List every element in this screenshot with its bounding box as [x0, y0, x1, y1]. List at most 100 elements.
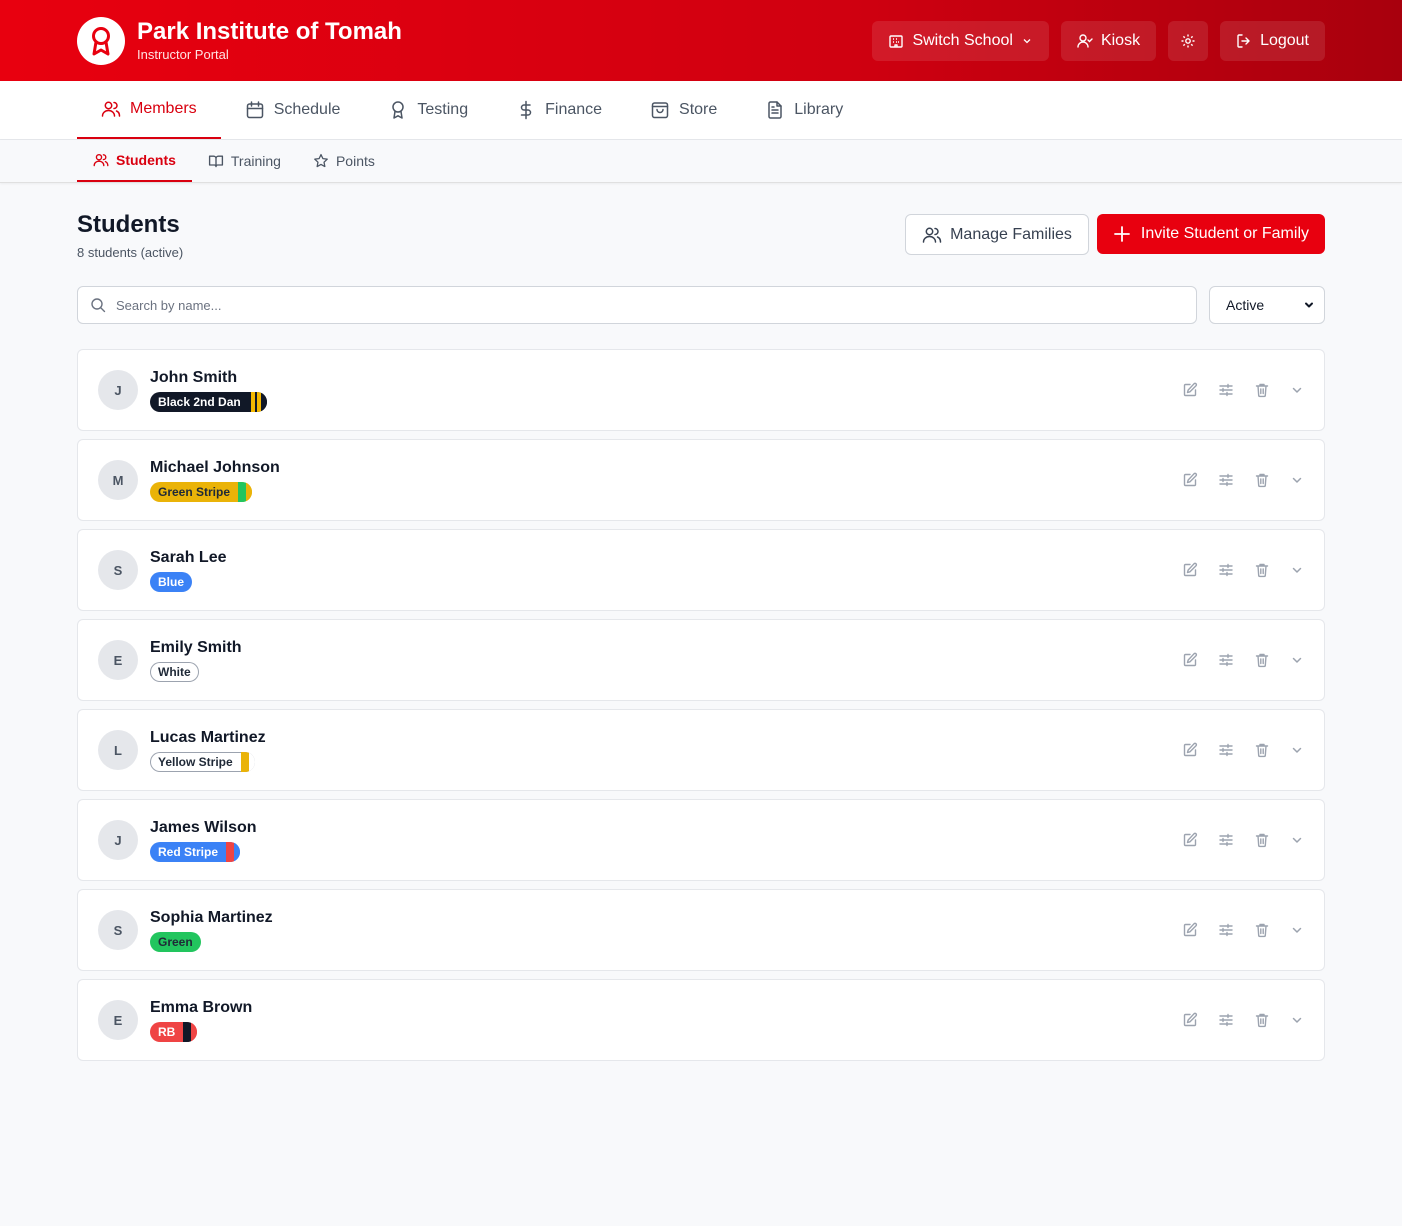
status-filter-select[interactable]: Active — [1209, 286, 1325, 324]
student-name: Emily Smith — [150, 639, 242, 656]
edit-button[interactable] — [1182, 1012, 1198, 1028]
belt-label: Yellow Stripe — [158, 755, 233, 769]
trash-icon — [1255, 653, 1269, 668]
student-row[interactable]: E Emma Brown RB — [77, 979, 1325, 1061]
student-name: Lucas Martinez — [150, 729, 266, 746]
status-filter-value: Active — [1226, 297, 1265, 313]
adjust-button[interactable] — [1218, 742, 1234, 758]
belt-label: RB — [158, 1025, 176, 1039]
belt-badge: Green Stripe — [150, 482, 253, 502]
trash-icon — [1255, 473, 1269, 488]
edit-button[interactable] — [1182, 922, 1198, 938]
main-content: Students 8 students (active) Manage Fami… — [0, 183, 1402, 1061]
expand-button[interactable] — [1290, 383, 1304, 397]
chevron-down-icon — [1292, 657, 1302, 663]
subnav-students[interactable]: Students — [77, 140, 192, 182]
student-row[interactable]: M Michael Johnson Green Stripe — [77, 439, 1325, 521]
edit-button[interactable] — [1182, 832, 1198, 848]
expand-button[interactable] — [1290, 833, 1304, 847]
delete-button[interactable] — [1254, 472, 1270, 488]
switch-school-button[interactable]: Switch School — [872, 20, 1049, 61]
expand-button[interactable] — [1290, 653, 1304, 667]
nav-store[interactable]: Store — [626, 81, 741, 139]
nav-schedule[interactable]: Schedule — [221, 81, 365, 139]
belt-label: Green Stripe — [158, 485, 231, 499]
adjust-button[interactable] — [1218, 562, 1234, 578]
subnav-points[interactable]: Points — [297, 140, 391, 182]
avatar: S — [98, 550, 138, 590]
edit-icon — [1183, 382, 1198, 397]
adjust-button[interactable] — [1218, 652, 1234, 668]
edit-button[interactable] — [1182, 472, 1198, 488]
logout-button[interactable]: Logout — [1220, 20, 1325, 61]
gear-icon — [1181, 34, 1195, 47]
star-icon — [314, 153, 328, 168]
delete-button[interactable] — [1254, 652, 1270, 668]
search-icon — [91, 298, 106, 313]
chevron-down-icon — [1292, 477, 1302, 483]
expand-button[interactable] — [1290, 563, 1304, 577]
trash-icon — [1255, 923, 1269, 938]
student-name: Sarah Lee — [150, 549, 227, 566]
main-nav: Members Schedule Testing Finance Store L… — [0, 81, 1402, 140]
adjust-button[interactable] — [1218, 472, 1234, 488]
delete-button[interactable] — [1254, 1012, 1270, 1028]
page-title: Students — [77, 211, 180, 238]
nav-testing[interactable]: Testing — [364, 81, 492, 139]
belt-stripe — [250, 392, 255, 412]
settings-button[interactable] — [1168, 20, 1209, 61]
student-row[interactable]: S Sarah Lee Blue — [77, 529, 1325, 611]
belt-end — [234, 842, 241, 862]
calendar-icon — [246, 101, 263, 119]
belt-badge: Red Stripe — [150, 842, 241, 862]
edit-button[interactable] — [1182, 652, 1198, 668]
edit-button[interactable] — [1182, 382, 1198, 398]
sliders-icon — [1219, 743, 1233, 757]
delete-button[interactable] — [1254, 832, 1270, 848]
sliders-icon — [1219, 383, 1233, 397]
chevron-down-icon — [1292, 387, 1302, 393]
delete-button[interactable] — [1254, 742, 1270, 758]
adjust-button[interactable] — [1218, 382, 1234, 398]
student-name: Sophia Martinez — [150, 909, 273, 926]
student-row[interactable]: J John Smith Black 2nd Dan — [77, 349, 1325, 431]
edit-icon — [1183, 652, 1198, 667]
chevron-down-icon — [1292, 837, 1302, 843]
edit-icon — [1183, 742, 1198, 757]
delete-button[interactable] — [1254, 562, 1270, 578]
subnav-points-label: Points — [335, 153, 375, 169]
belt-end — [248, 752, 255, 772]
chevron-down-icon — [1305, 302, 1313, 308]
kiosk-button[interactable]: Kiosk — [1060, 20, 1157, 61]
expand-button[interactable] — [1290, 473, 1304, 487]
logout-label: Logout — [1260, 31, 1309, 49]
adjust-button[interactable] — [1218, 832, 1234, 848]
nav-finance[interactable]: Finance — [492, 81, 626, 139]
student-row[interactable]: L Lucas Martinez Yellow Stripe — [77, 709, 1325, 791]
expand-button[interactable] — [1290, 743, 1304, 757]
invite-student-button[interactable]: Invite Student or Family — [1096, 214, 1325, 254]
trash-icon — [1255, 383, 1269, 398]
adjust-button[interactable] — [1218, 1012, 1234, 1028]
kiosk-label: Kiosk — [1100, 31, 1141, 49]
student-row[interactable]: J James Wilson Red Stripe — [77, 799, 1325, 881]
delete-button[interactable] — [1254, 382, 1270, 398]
student-row[interactable]: S Sophia Martinez Green — [77, 889, 1325, 971]
sliders-icon — [1219, 473, 1233, 487]
delete-button[interactable] — [1254, 922, 1270, 938]
nav-library[interactable]: Library — [741, 81, 867, 139]
expand-button[interactable] — [1290, 1013, 1304, 1027]
edit-button[interactable] — [1182, 742, 1198, 758]
award-icon — [392, 101, 405, 119]
expand-button[interactable] — [1290, 923, 1304, 937]
student-row[interactable]: E Emily Smith White — [77, 619, 1325, 701]
edit-button[interactable] — [1182, 562, 1198, 578]
chevron-down-icon — [1292, 1017, 1302, 1023]
manage-families-button[interactable]: Manage Families — [905, 214, 1089, 255]
document-icon — [768, 101, 783, 119]
adjust-button[interactable] — [1218, 922, 1234, 938]
subnav-training[interactable]: Training — [192, 140, 297, 182]
nav-members[interactable]: Members — [77, 81, 221, 139]
search-input[interactable] — [116, 297, 1184, 313]
nav-testing-label: Testing — [417, 101, 469, 118]
